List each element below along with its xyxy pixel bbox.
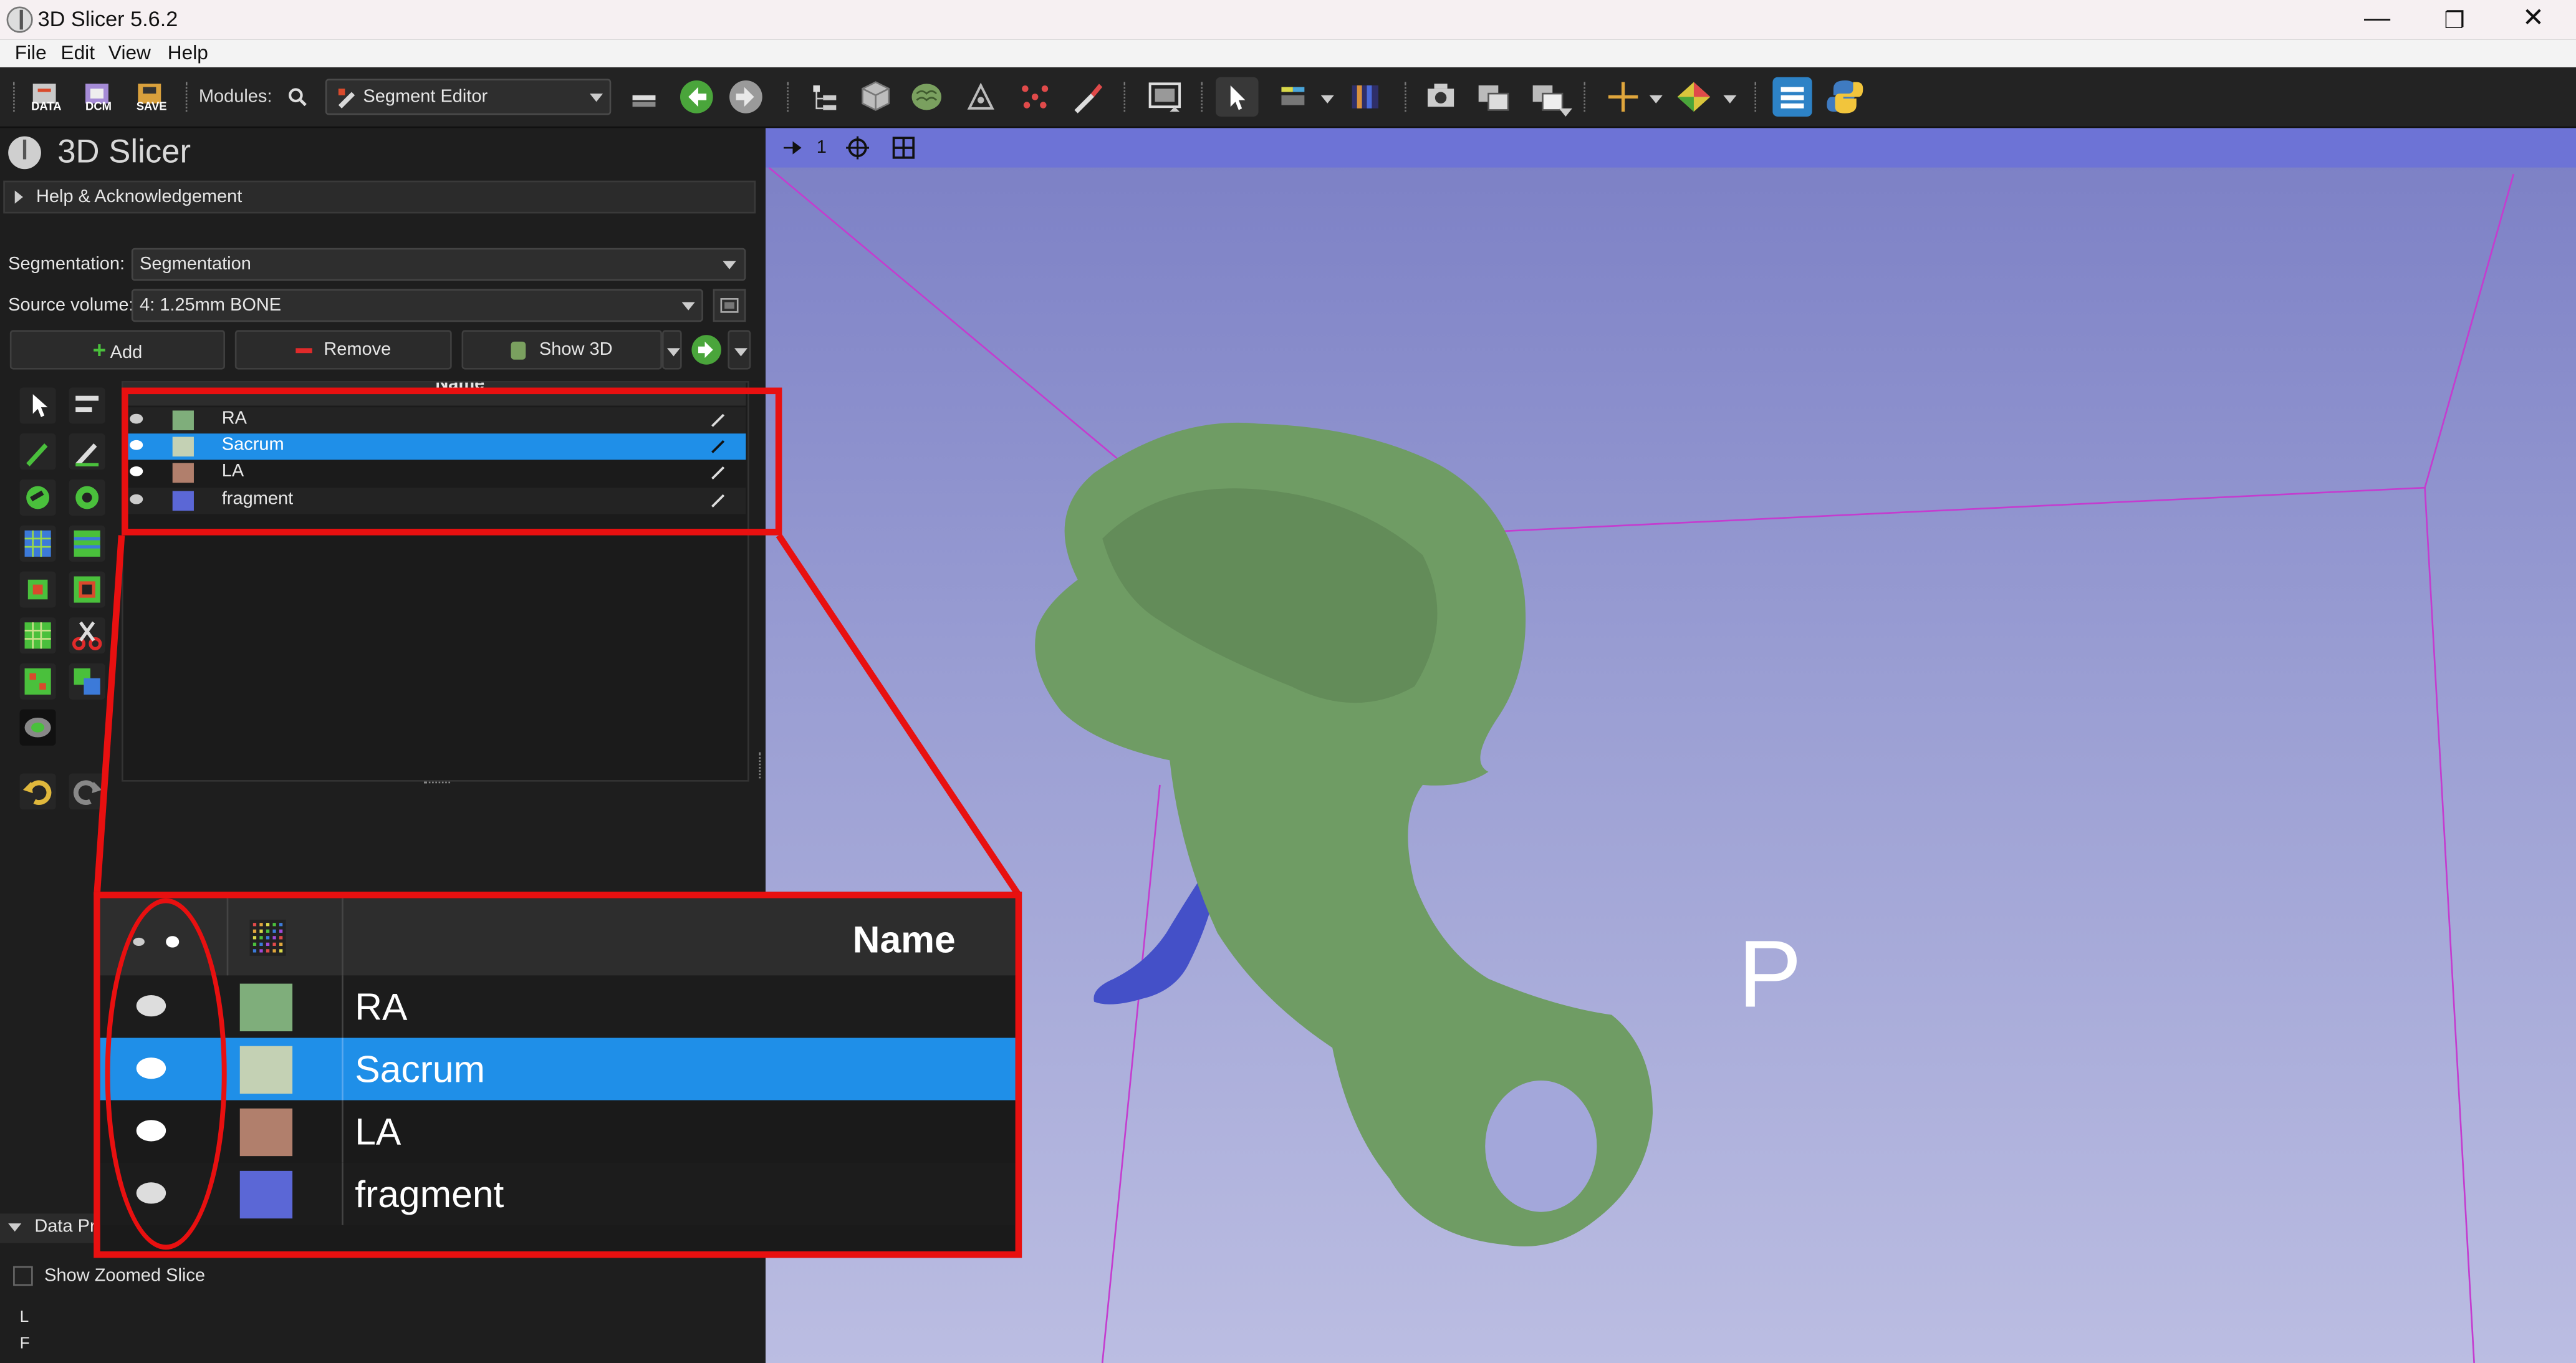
visibility-column-highlight	[105, 898, 227, 1250]
color-grid-icon	[249, 919, 286, 956]
segment-color-swatch	[239, 1170, 293, 1219]
segment-color-swatch	[239, 1046, 293, 1094]
zoom-row-selected: Sacrum	[100, 1038, 1016, 1101]
zoom-row: RA	[100, 975, 1016, 1038]
zoom-table-header: Name	[100, 898, 1016, 976]
segment-color-swatch	[239, 1108, 293, 1157]
zoom-row: fragment	[100, 1162, 1016, 1225]
segment-color-swatch	[239, 983, 293, 1031]
zoom-row: LA	[100, 1100, 1016, 1163]
